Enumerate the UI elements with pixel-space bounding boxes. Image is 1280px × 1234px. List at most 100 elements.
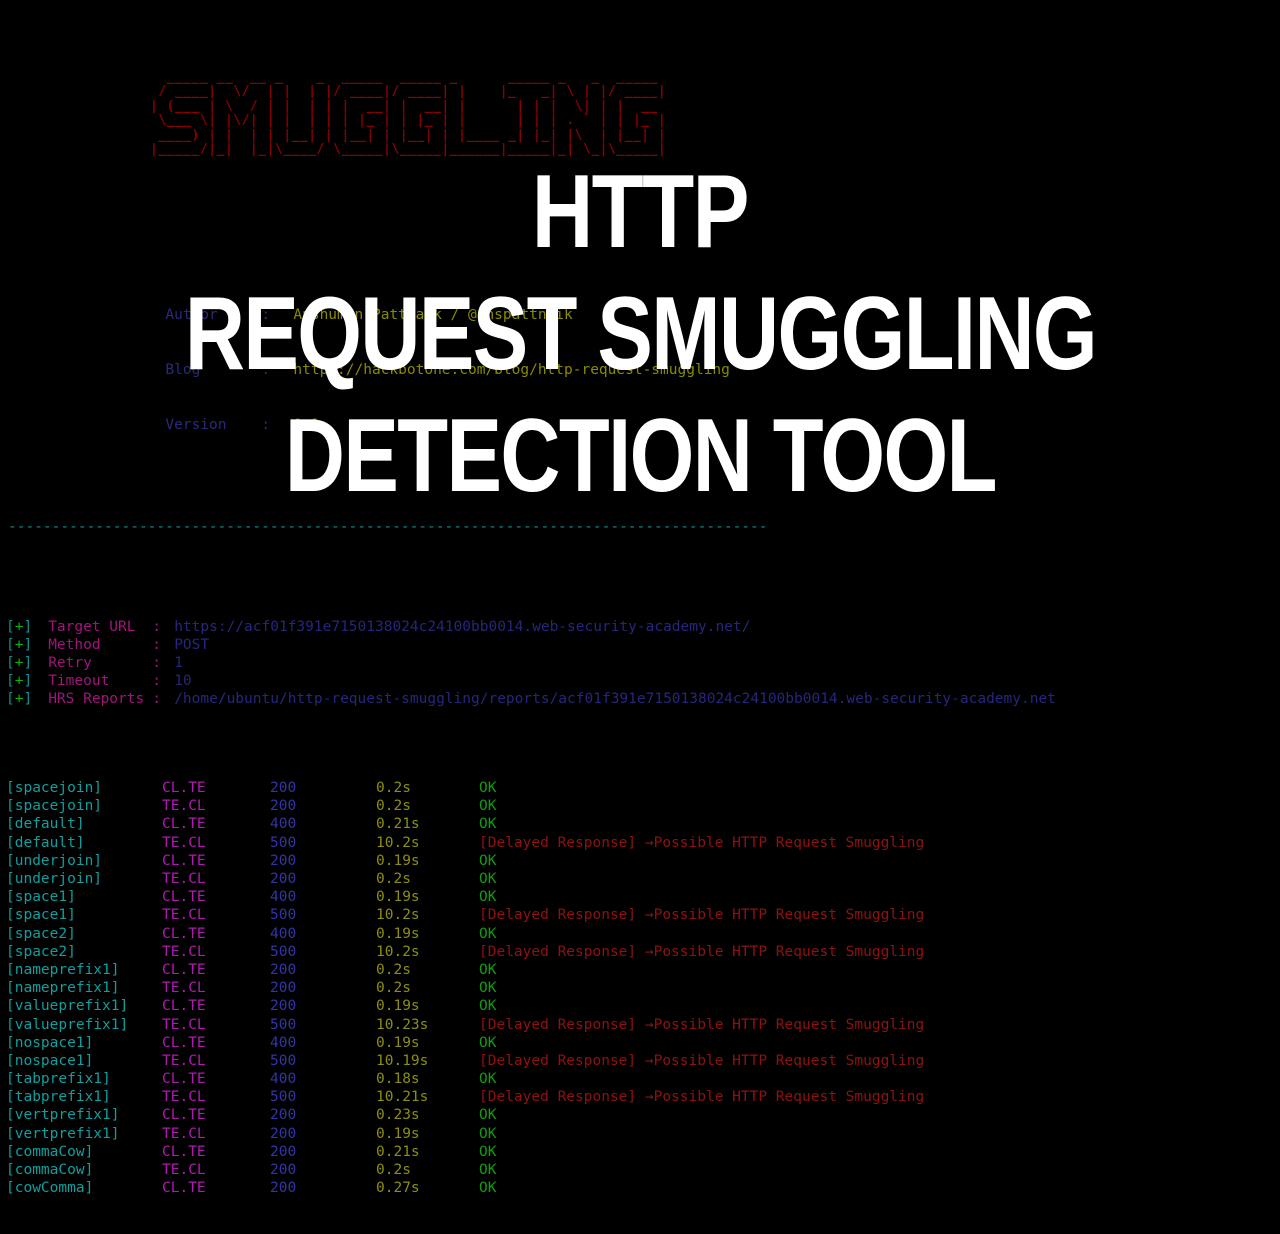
meta-value-version: 0.1 [293, 416, 320, 433]
table-row: [vertprefix1] CL.TE 200 0.23s OK [6, 1106, 1280, 1124]
cell-status-code: 200 [270, 798, 297, 815]
bracket-open: [ [6, 673, 15, 690]
cell-technique-name: [commaCow] [6, 1162, 94, 1179]
cell-response-time: 0.2s [376, 780, 411, 797]
table-row: [nameprefix1] CL.TE 200 0.2s OK [6, 961, 1280, 979]
bracket-close: ] [23, 654, 33, 671]
cell-status-code: 200 [270, 871, 297, 888]
cell-result-status: [Delayed Response] →Possible HTTP Reques… [479, 1089, 925, 1106]
bracket-close: ] [23, 673, 33, 690]
cell-response-time: 10.2s [376, 834, 420, 851]
cell-attack-type: CL.TE [162, 961, 206, 978]
scan-config-row: [+] Retry:1 [6, 654, 1280, 672]
cell-result-status: OK [479, 871, 497, 888]
cell-result-status: OK [479, 1143, 497, 1160]
cell-response-time: 10.23s [376, 1016, 429, 1033]
cell-status-code: 200 [270, 852, 297, 869]
cell-technique-name: [nospace1] [6, 1052, 94, 1069]
cell-response-time: 0.19s [376, 925, 420, 942]
cell-status-code: 200 [270, 1180, 297, 1197]
table-row: [space2] CL.TE 400 0.19s OK [6, 925, 1280, 943]
cell-status-code: 200 [270, 961, 297, 978]
cell-result-status: OK [479, 1034, 497, 1051]
cell-status-code: 500 [270, 943, 297, 960]
cell-attack-type: TE.CL [162, 1125, 206, 1142]
cell-result-status: OK [479, 798, 497, 815]
cell-status-code: 400 [270, 1034, 297, 1051]
bracket-open: [ [6, 691, 15, 708]
cell-status-code: 500 [270, 1016, 297, 1033]
cell-result-status: OK [479, 1180, 497, 1197]
cell-status-code: 200 [270, 1107, 297, 1124]
cell-response-time: 0.19s [376, 1125, 420, 1142]
cell-result-status: OK [479, 780, 497, 797]
cell-attack-type: TE.CL [162, 834, 206, 851]
table-row: [tabprefix1] CL.TE 400 0.18s OK [6, 1070, 1280, 1088]
cell-response-time: 0.2s [376, 961, 411, 978]
cell-response-time: 0.19s [376, 852, 420, 869]
cell-response-time: 0.2s [376, 798, 411, 815]
scan-config-colon: : [152, 691, 161, 708]
cell-response-time: 10.21s [376, 1089, 429, 1106]
bracket-close: ] [23, 691, 33, 708]
cell-response-time: 0.18s [376, 1071, 420, 1088]
cell-attack-type: TE.CL [162, 1162, 206, 1179]
cell-attack-type: TE.CL [162, 798, 206, 815]
horizontal-divider: ----------------------------------------… [8, 518, 768, 535]
table-row: [tabprefix1] TE.CL 500 10.21s [Delayed Respo… [6, 1088, 1280, 1106]
table-row: [vertprefix1] TE.CL 200 0.19s OK [6, 1125, 1280, 1143]
bracket-close: ] [23, 636, 33, 653]
cell-result-status: OK [479, 1125, 497, 1142]
table-row: [space1] TE.CL 500 10.2s [Delayed Response] … [6, 906, 1280, 924]
table-row: [commaCow] TE.CL 200 0.2s OK [6, 1161, 1280, 1179]
cell-attack-type: CL.TE [162, 852, 206, 869]
meta-colon: : [261, 361, 271, 378]
cell-result-status: [Delayed Response] →Possible HTTP Reques… [479, 834, 925, 851]
cell-technique-name: [nameprefix1] [6, 980, 120, 997]
meta-label-blog: Blog [165, 361, 201, 378]
scan-config-label: Retry [48, 654, 92, 671]
meta-row: Version: 0.1 [113, 397, 1280, 433]
cell-result-status: OK [479, 925, 497, 942]
cell-result-status: [Delayed Response] →Possible HTTP Reques… [479, 943, 925, 960]
scan-config-label: Target URL [48, 618, 136, 635]
scan-config-colon: : [152, 636, 161, 653]
results-table: [spacejoin] CL.TE 200 0.2s OK [spacejoin] TE.C… [0, 763, 1280, 1197]
cell-result-status: OK [479, 1071, 497, 1088]
scan-config-row: [+] HRS Reports:/home/ubuntu/http-request… [6, 690, 1280, 708]
scan-config-value: 1 [174, 654, 183, 671]
meta-value-author: Anshuman Pattnaik / @anspattnaik [293, 306, 573, 323]
table-row: [underjoin] CL.TE 200 0.19s OK [6, 852, 1280, 870]
meta-row: Author: Anshuman Pattnaik / @anspattnaik [113, 288, 1280, 323]
cell-attack-type: CL.TE [162, 998, 206, 1015]
meta-value-blog: https://hackbotone.com/blog/http-request… [293, 361, 730, 378]
cell-result-status: OK [479, 1162, 497, 1179]
cell-response-time: 0.23s [376, 1107, 420, 1124]
cell-technique-name: [underjoin] [6, 852, 103, 869]
cell-result-status: OK [479, 1107, 497, 1124]
cell-response-time: 0.21s [376, 1143, 420, 1160]
smuggling-ascii-banner: _____ __ __ _ _ _____ _____ _ _____ _ _ … [150, 69, 667, 158]
table-row: [nospace1] TE.CL 500 10.19s [Delayed Respons… [6, 1052, 1280, 1070]
cell-status-code: 500 [270, 907, 297, 924]
scan-config-row: [+] Target URL: https://acf01f391e71501380… [6, 618, 1280, 636]
scan-config-label: HRS Reports [48, 691, 145, 708]
cell-technique-name: [default] [6, 816, 85, 833]
cell-technique-name: [valueprefix1] [6, 998, 129, 1015]
cell-status-code: 200 [270, 780, 297, 797]
meta-row: Blog: https://hackbotone.com/blog/http-re… [113, 343, 1280, 378]
cell-attack-type: CL.TE [162, 1107, 206, 1124]
cell-result-status: [Delayed Response] →Possible HTTP Reques… [479, 1016, 925, 1033]
cell-status-code: 200 [270, 980, 297, 997]
cell-attack-type: TE.CL [162, 1089, 206, 1106]
table-row: [cowComma] CL.TE 200 0.27s OK [6, 1179, 1280, 1197]
cell-response-time: 0.2s [376, 1162, 411, 1179]
cell-attack-type: TE.CL [162, 1052, 206, 1069]
cell-response-time: 0.2s [376, 980, 411, 997]
cell-technique-name: [tabprefix1] [6, 1071, 111, 1088]
cell-attack-type: CL.TE [162, 1143, 206, 1160]
bracket-close: ] [23, 618, 33, 635]
cell-technique-name: [nameprefix1] [6, 961, 120, 978]
cell-attack-type: TE.CL [162, 943, 206, 960]
bracket-open: [ [6, 618, 15, 635]
